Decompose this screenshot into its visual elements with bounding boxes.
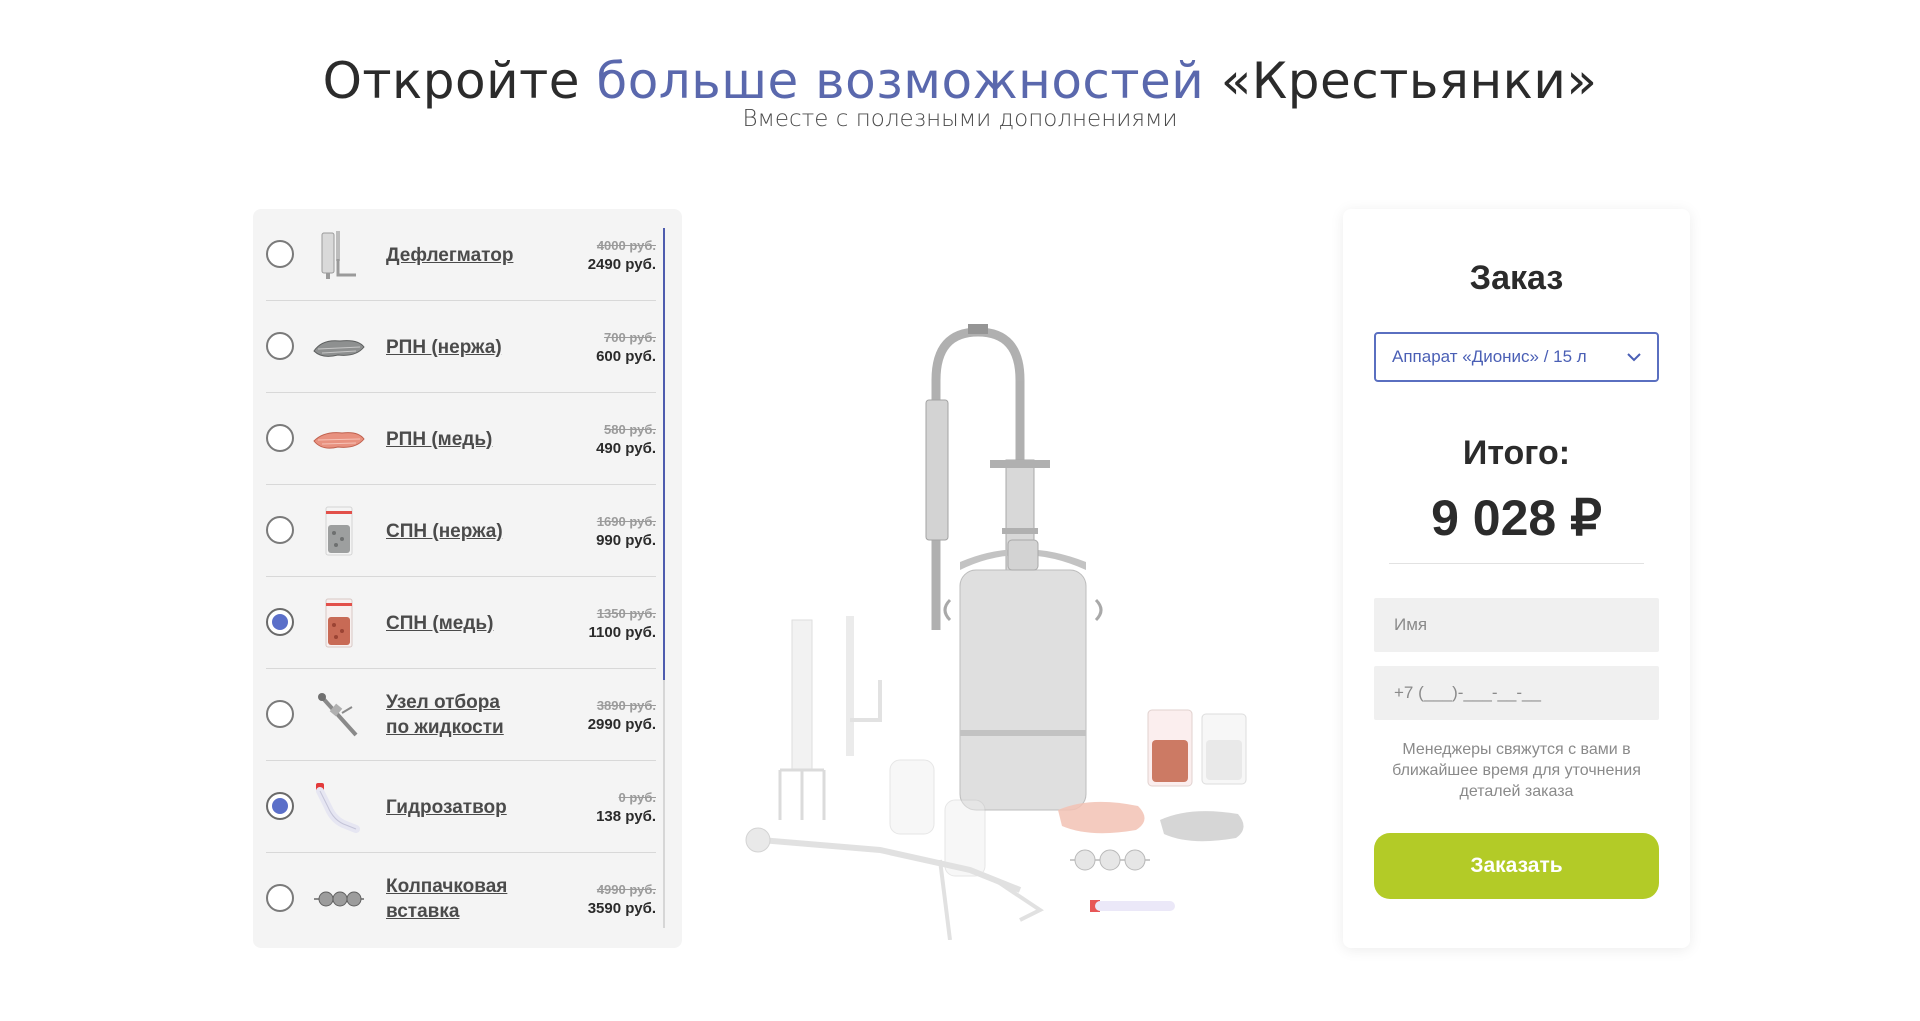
total-value: 9 028 ₽ (1431, 490, 1602, 546)
addon-old-price: 0 руб. (618, 789, 656, 805)
product-select-value: Аппарат «Дионис» / 15 л (1392, 347, 1587, 366)
addon-radio[interactable] (266, 700, 294, 728)
addon-item-water-seal[interactable]: Гидрозатвор 0 руб. 138 руб. (266, 761, 656, 853)
addon-new-price: 2490 руб. (587, 255, 656, 273)
addon-name[interactable]: РПН (медь) (386, 393, 556, 485)
title-accent: больше возможностей (596, 51, 1205, 110)
addons-scroll-thumb[interactable] (663, 228, 665, 680)
addon-price: 4000 руб. 2490 руб. (546, 209, 656, 301)
addon-item-spn-copper[interactable]: СПН (медь) 1350 руб. 1100 руб. (266, 577, 656, 669)
title-part1: Откройте (322, 51, 597, 110)
steel-packing-bag-icon (312, 505, 366, 557)
dephlegmator-icon (312, 229, 366, 281)
addon-new-price: 600 руб. (596, 347, 656, 365)
addon-old-price: 700 руб. (604, 329, 656, 345)
addon-radio[interactable] (266, 884, 294, 912)
addon-item-liquid-take-off[interactable]: Узел отбора по жидкости 3890 руб. 2990 р… (266, 669, 656, 761)
addon-old-price: 580 руб. (604, 421, 656, 437)
chevron-down-icon (1627, 353, 1641, 362)
addon-name[interactable]: РПН (нержа) (386, 301, 556, 393)
page-title: Откройте больше возможностей «Крестьянки… (0, 52, 1920, 110)
water-seal-icon (312, 781, 366, 833)
order-card: Заказ Аппарат «Дионис» / 15 л Итого: 9 0… (1343, 209, 1690, 948)
product-image (740, 300, 1260, 941)
addon-price: 700 руб. 600 руб. (546, 301, 656, 393)
addon-old-price: 4000 руб. (596, 237, 656, 253)
liquid-take-off-icon (312, 689, 366, 741)
bubble-cap-insert-icon (312, 873, 366, 925)
addon-radio-checked[interactable] (266, 608, 294, 636)
addon-item-dephlegmator[interactable]: Дефлегматор 4000 руб. 2490 руб. (266, 209, 656, 301)
page-subtitle: Вместе с полезными дополнениями (742, 106, 1178, 132)
order-button[interactable]: Заказать (1374, 833, 1659, 899)
addon-name[interactable]: Узел отбора по жидкости (386, 669, 556, 761)
addon-radio[interactable] (266, 240, 294, 268)
addon-price: 1690 руб. 990 руб. (546, 485, 656, 577)
total-label: Итого: (1462, 434, 1571, 472)
addon-new-price: 1100 руб. (588, 623, 656, 641)
addon-radio-checked[interactable] (266, 792, 294, 820)
addon-old-price: 3890 руб. (596, 697, 656, 713)
addon-price: 3890 руб. 2990 руб. (546, 669, 656, 761)
copper-mesh-icon (312, 413, 366, 465)
copper-packing-bag-icon (312, 597, 366, 649)
addon-price: 1350 руб. 1100 руб. (546, 577, 656, 669)
addon-item-spn-steel[interactable]: СПН (нержа) 1690 руб. 990 руб. (266, 485, 656, 577)
title-part2: «Крестьянки» (1204, 51, 1598, 110)
addon-price: 0 руб. 138 руб. (546, 761, 656, 853)
addon-new-price: 2990 руб. (587, 715, 656, 733)
addon-new-price: 3590 руб. (587, 899, 656, 917)
addon-price: 4990 руб. 3590 руб. (546, 853, 656, 945)
addon-old-price: 1690 руб. (596, 513, 656, 529)
addon-name[interactable]: СПН (нержа) (386, 485, 556, 577)
addon-radio[interactable] (266, 332, 294, 360)
addon-name[interactable]: Гидрозатвор (386, 761, 556, 853)
order-divider (1389, 563, 1644, 564)
addon-item-bubble-cap[interactable]: Колпачковая вставка 4990 руб. 3590 руб. (266, 853, 656, 945)
addon-name[interactable]: Дефлегматор (386, 209, 556, 301)
name-input[interactable] (1374, 598, 1659, 652)
product-select[interactable]: Аппарат «Дионис» / 15 л (1374, 332, 1659, 382)
phone-input[interactable] (1374, 666, 1659, 720)
addon-new-price: 490 руб. (596, 439, 656, 457)
order-note: Менеджеры свяжутся с вами в ближайшее вр… (1392, 741, 1641, 800)
addon-old-price: 1350 руб. (596, 605, 656, 621)
steel-mesh-icon (312, 321, 366, 373)
addon-radio[interactable] (266, 424, 294, 452)
addon-new-price: 138 руб. (596, 807, 656, 825)
addon-new-price: 990 руб. (596, 531, 656, 549)
order-title: Заказ (1469, 259, 1564, 297)
addon-old-price: 4990 руб. (596, 881, 656, 897)
addon-name[interactable]: СПН (медь) (386, 577, 556, 669)
addon-name[interactable]: Колпачковая вставка (386, 853, 556, 945)
addon-item-rpn-steel[interactable]: РПН (нержа) 700 руб. 600 руб. (266, 301, 656, 393)
addon-price: 580 руб. 490 руб. (546, 393, 656, 485)
addon-radio[interactable] (266, 516, 294, 544)
addon-item-rpn-copper[interactable]: РПН (медь) 580 руб. 490 руб. (266, 393, 656, 485)
